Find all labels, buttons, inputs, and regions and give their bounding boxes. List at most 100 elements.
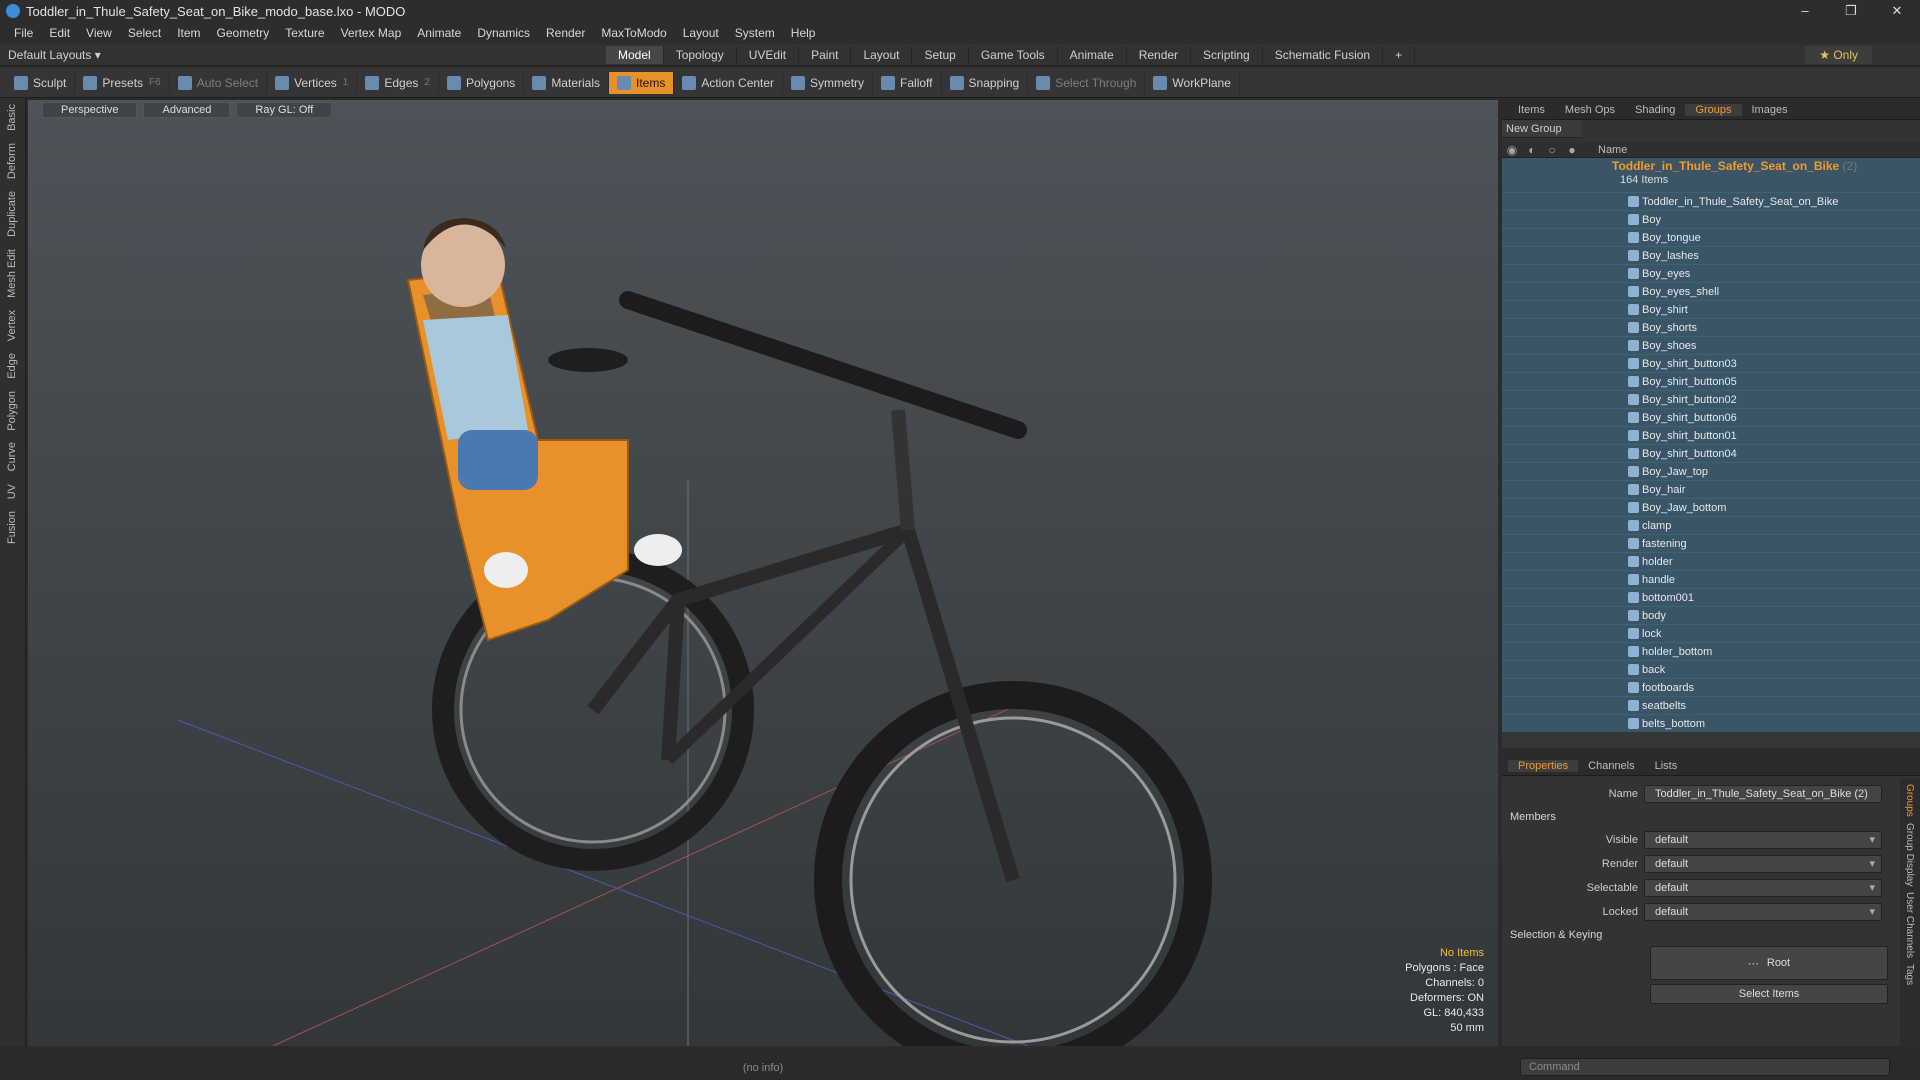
restore-icon[interactable]: ❐ xyxy=(1828,3,1874,19)
side-tab-groups[interactable]: Groups xyxy=(1904,784,1915,817)
tab-topology[interactable]: Topology xyxy=(664,45,737,64)
group-item-row[interactable]: Boy_shorts xyxy=(1502,318,1920,336)
group-item-row[interactable]: body xyxy=(1502,606,1920,624)
items-button[interactable]: Items xyxy=(609,71,675,94)
tab-animate[interactable]: Animate xyxy=(1058,45,1127,64)
menu-render[interactable]: Render xyxy=(538,26,593,40)
side-tab-group-display[interactable]: Group Display xyxy=(1904,823,1915,886)
tab-channels[interactable]: Channels xyxy=(1578,760,1644,772)
left-tab-fusion[interactable]: Fusion xyxy=(6,505,18,550)
perspective-button[interactable]: Perspective xyxy=(42,102,138,118)
group-item-row[interactable]: Boy_shirt_button01 xyxy=(1502,426,1920,444)
group-item-row[interactable]: Boy_eyes xyxy=(1502,264,1920,282)
close-icon[interactable]: ✕ xyxy=(1874,3,1920,19)
left-tab-polygon[interactable]: Polygon xyxy=(6,385,18,437)
group-item-row[interactable]: Boy_tongue xyxy=(1502,228,1920,246)
menu-help[interactable]: Help xyxy=(783,26,824,40)
symmetry-button[interactable]: Symmetry xyxy=(783,71,874,94)
group-item-row[interactable]: Boy_shirt_button05 xyxy=(1502,372,1920,390)
tab-items[interactable]: Items xyxy=(1508,104,1555,116)
selection-keying-section[interactable]: Selection & Keying xyxy=(1502,924,1920,946)
select-col-icon[interactable]: ○ xyxy=(1542,143,1562,157)
group-item-row[interactable]: Boy_hair xyxy=(1502,480,1920,498)
menu-file[interactable]: File xyxy=(6,26,41,40)
tab-uvedit[interactable]: UVEdit xyxy=(737,45,800,64)
group-item-row[interactable]: lock xyxy=(1502,624,1920,642)
tab-paint[interactable]: Paint xyxy=(799,45,852,64)
menu-vertex-map[interactable]: Vertex Map xyxy=(333,26,410,40)
group-item-row[interactable]: fastening xyxy=(1502,534,1920,552)
members-section[interactable]: Members xyxy=(1502,806,1920,828)
side-tab-user-channels[interactable]: User Channels xyxy=(1904,892,1915,958)
tab-images[interactable]: Images xyxy=(1742,104,1798,116)
group-item-row[interactable]: Boy_shirt_button06 xyxy=(1502,408,1920,426)
sculpt-button[interactable]: Sculpt xyxy=(6,71,76,94)
select-items-button[interactable]: Select Items xyxy=(1650,984,1888,1004)
root-button[interactable]: ⋯ Root xyxy=(1650,946,1888,980)
group-item-row[interactable]: Toddler_in_Thule_Safety_Seat_on_Bike xyxy=(1502,192,1920,210)
ray-gl-button[interactable]: Ray GL: Off xyxy=(236,102,333,118)
group-item-row[interactable]: bottom001 xyxy=(1502,588,1920,606)
action-center-button[interactable]: Action Center xyxy=(674,71,784,94)
group-item-row[interactable]: belts_bottom xyxy=(1502,714,1920,732)
menu-layout[interactable]: Layout xyxy=(675,26,727,40)
selectable-dropdown[interactable]: default xyxy=(1644,879,1882,897)
menu-maxtomodo[interactable]: MaxToModo xyxy=(593,26,674,40)
group-item-row[interactable]: Boy_shirt xyxy=(1502,300,1920,318)
visible-dropdown[interactable]: default xyxy=(1644,831,1882,849)
tab-mesh-ops[interactable]: Mesh Ops xyxy=(1555,104,1625,116)
menu-dynamics[interactable]: Dynamics xyxy=(469,26,538,40)
vertices-button[interactable]: Vertices 1 xyxy=(267,71,358,94)
falloff-button[interactable]: Falloff xyxy=(873,71,942,94)
render-icon[interactable]: ◐ xyxy=(1522,143,1542,157)
new-group-button[interactable]: New Group xyxy=(1502,120,1582,138)
groups-tree[interactable]: ◉ ◐ ○ ● Name Toddler_in_Thule_Safety_Sea… xyxy=(1502,142,1920,746)
group-item-row[interactable]: Boy_shirt_button03 xyxy=(1502,354,1920,372)
lock-col-icon[interactable]: ● xyxy=(1562,143,1582,157)
group-item-row[interactable]: Boy_lashes xyxy=(1502,246,1920,264)
workplane-button[interactable]: WorkPlane xyxy=(1145,71,1240,94)
left-tab-mesh-edit[interactable]: Mesh Edit xyxy=(6,243,18,304)
left-tab-curve[interactable]: Curve xyxy=(6,436,18,477)
group-item-row[interactable]: clamp xyxy=(1502,516,1920,534)
tab-shading[interactable]: Shading xyxy=(1625,104,1685,116)
render-dropdown[interactable]: default xyxy=(1644,855,1882,873)
group-item-row[interactable]: Boy_Jaw_bottom xyxy=(1502,498,1920,516)
group-item-row[interactable]: Boy_shoes xyxy=(1502,336,1920,354)
tab-layout[interactable]: Layout xyxy=(851,45,913,64)
group-item-row[interactable]: Boy_shirt_button04 xyxy=(1502,444,1920,462)
3d-viewport[interactable]: Perspective Advanced Ray GL: Off No Item… xyxy=(28,100,1498,1046)
menu-edit[interactable]: Edit xyxy=(41,26,78,40)
advanced-button[interactable]: Advanced xyxy=(143,102,231,118)
tab-render[interactable]: Render xyxy=(1127,45,1192,64)
group-item-row[interactable]: footboards xyxy=(1502,678,1920,696)
snapping-button[interactable]: Snapping xyxy=(942,71,1029,94)
left-tab-vertex[interactable]: Vertex xyxy=(6,304,18,347)
group-item-row[interactable]: handle xyxy=(1502,570,1920,588)
auto-select-button[interactable]: Auto Select xyxy=(170,71,268,94)
visibility-eye-icon[interactable]: ◉ xyxy=(1502,143,1522,157)
edges-button[interactable]: Edges 2 xyxy=(357,71,439,94)
materials-button[interactable]: Materials xyxy=(524,71,609,94)
menu-select[interactable]: Select xyxy=(120,26,169,40)
group-item-row[interactable]: seatbelts xyxy=(1502,696,1920,714)
left-tab-duplicate[interactable]: Duplicate xyxy=(6,185,18,243)
menu-item[interactable]: Item xyxy=(169,26,208,40)
polygons-button[interactable]: Polygons xyxy=(439,71,525,94)
add-tab-icon[interactable]: + xyxy=(1383,45,1416,64)
group-item-row[interactable]: Boy_shirt_button02 xyxy=(1502,390,1920,408)
presets-button[interactable]: Presets F6 xyxy=(75,71,170,94)
default-layouts-dropdown[interactable]: Default Layouts ▾ xyxy=(0,48,600,62)
only-toggle[interactable]: ★ Only xyxy=(1805,45,1872,64)
side-tab-tags[interactable]: Tags xyxy=(1904,964,1915,985)
group-item-row[interactable]: holder_bottom xyxy=(1502,642,1920,660)
menu-system[interactable]: System xyxy=(727,26,783,40)
group-item-row[interactable]: back xyxy=(1502,660,1920,678)
menu-geometry[interactable]: Geometry xyxy=(209,26,278,40)
tab-setup[interactable]: Setup xyxy=(912,45,969,64)
group-item-row[interactable]: Boy_Jaw_top xyxy=(1502,462,1920,480)
tab-schematic-fusion[interactable]: Schematic Fusion xyxy=(1263,45,1384,64)
tab-groups[interactable]: Groups xyxy=(1685,103,1742,116)
left-tab-edge[interactable]: Edge xyxy=(6,347,18,385)
tab-scripting[interactable]: Scripting xyxy=(1191,45,1263,64)
